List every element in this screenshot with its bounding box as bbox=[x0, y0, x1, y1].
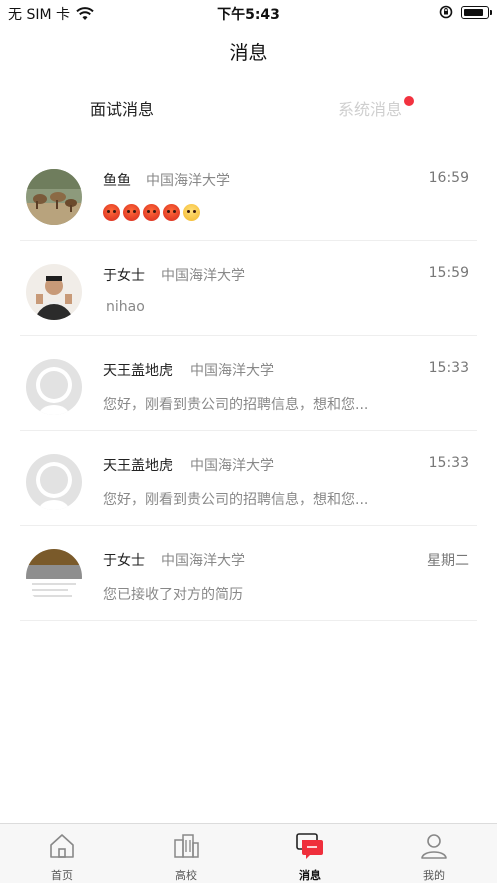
message-preview: 您好，刚看到贵公司的招聘信息，想和您... bbox=[103, 492, 369, 508]
message-item[interactable]: 于女士 中国海洋大学 星期二 您已接收了对方的简历 bbox=[20, 526, 477, 621]
bottom-tab-bar: 首页 高校 消息 我的 bbox=[0, 823, 497, 883]
message-icon bbox=[296, 833, 323, 859]
battery-icon bbox=[461, 5, 492, 19]
home-icon bbox=[50, 834, 74, 858]
tab-messages-label: 消息 bbox=[299, 869, 321, 882]
tab-schools-label: 高校 bbox=[175, 869, 197, 882]
message-item[interactable]: 于女士 中国海洋大学 15:59 nihao bbox=[20, 241, 477, 336]
message-time: 15:59 bbox=[428, 265, 469, 281]
contact-name: 于女士 bbox=[103, 553, 145, 569]
contact-name: 于女士 bbox=[103, 268, 145, 284]
unread-badge bbox=[404, 96, 414, 106]
contact-name: 天王盖地虎 bbox=[103, 363, 173, 379]
tab-schools[interactable]: 高校 bbox=[124, 824, 248, 883]
status-bar: 无 SIM 卡 下午5:43 bbox=[0, 0, 497, 26]
message-time: 15:33 bbox=[428, 360, 469, 376]
profile-icon bbox=[421, 834, 447, 859]
tab-system-messages[interactable]: 系统消息 bbox=[338, 96, 402, 120]
message-preview: 您好，刚看到贵公司的招聘信息，想和您... bbox=[103, 397, 369, 413]
contact-school: 中国海洋大学 bbox=[190, 458, 274, 474]
tab-profile[interactable]: 我的 bbox=[372, 824, 496, 883]
avatar bbox=[26, 549, 82, 605]
status-time: 下午5:43 bbox=[217, 7, 280, 23]
tab-home-label: 首页 bbox=[51, 869, 73, 882]
tab-interview-messages[interactable]: 面试消息 bbox=[90, 96, 154, 120]
message-item[interactable]: 天王盖地虎 中国海洋大学 15:33 您好，刚看到贵公司的招聘信息，想和您... bbox=[20, 336, 477, 431]
message-item[interactable]: 天王盖地虎 中国海洋大学 15:33 您好，刚看到贵公司的招聘信息，想和您... bbox=[20, 431, 477, 526]
message-list: 鱼鱼 中国海洋大学 16:59 于女士 中国海洋大学 15:59 nihao 天… bbox=[20, 146, 477, 621]
contact-school: 中国海洋大学 bbox=[146, 173, 230, 189]
avatar bbox=[26, 454, 82, 510]
message-tabs: 面试消息 系统消息 bbox=[0, 96, 497, 126]
contact-school: 中国海洋大学 bbox=[161, 268, 245, 284]
crying-emoji-icon bbox=[183, 204, 200, 221]
avatar bbox=[26, 359, 82, 415]
page-title: 消息 bbox=[229, 42, 268, 64]
contact-name: 鱼鱼 bbox=[103, 173, 131, 189]
message-time: 16:59 bbox=[428, 170, 469, 186]
angry-emoji-icon bbox=[143, 204, 160, 221]
avatar bbox=[26, 264, 82, 320]
tab-messages[interactable]: 消息 bbox=[248, 824, 372, 883]
angry-emoji-icon bbox=[103, 204, 120, 221]
contact-school: 中国海洋大学 bbox=[161, 553, 245, 569]
tab-home[interactable]: 首页 bbox=[0, 824, 124, 883]
message-preview: 您已接收了对方的简历 bbox=[103, 587, 243, 603]
message-preview: nihao bbox=[106, 299, 145, 315]
emoji-preview bbox=[103, 204, 200, 221]
building-icon bbox=[174, 834, 199, 858]
angry-emoji-icon bbox=[163, 204, 180, 221]
message-time: 星期二 bbox=[427, 553, 469, 569]
angry-emoji-icon bbox=[123, 204, 140, 221]
rotation-lock-icon bbox=[439, 5, 453, 19]
message-time: 15:33 bbox=[428, 455, 469, 471]
avatar bbox=[26, 169, 82, 225]
tab-profile-label: 我的 bbox=[423, 869, 445, 882]
contact-school: 中国海洋大学 bbox=[190, 363, 274, 379]
message-item[interactable]: 鱼鱼 中国海洋大学 16:59 bbox=[20, 146, 477, 241]
status-right bbox=[439, 5, 492, 19]
contact-name: 天王盖地虎 bbox=[103, 458, 173, 474]
